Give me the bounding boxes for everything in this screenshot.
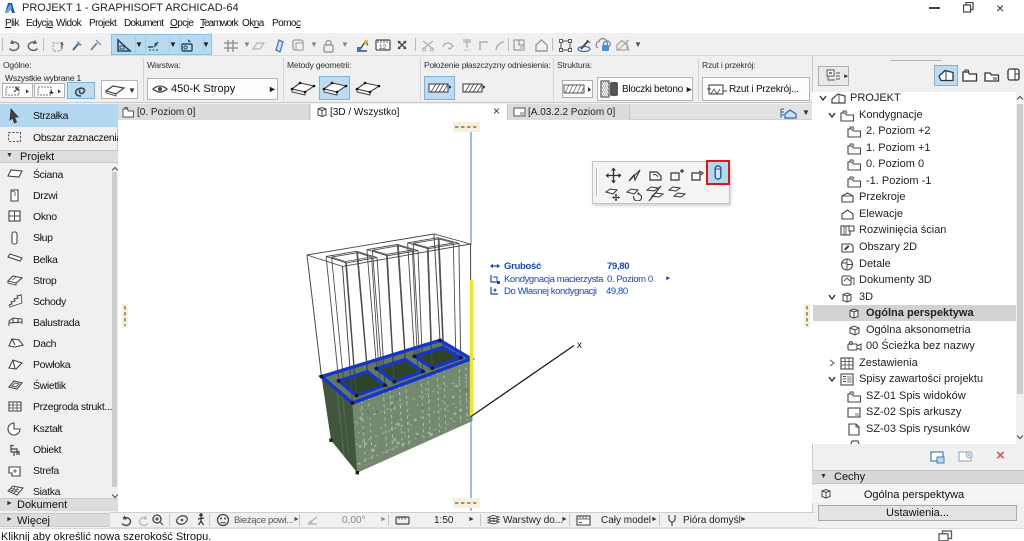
svg-text:x: x xyxy=(577,340,582,351)
svg-text:12: 12 xyxy=(379,44,387,51)
